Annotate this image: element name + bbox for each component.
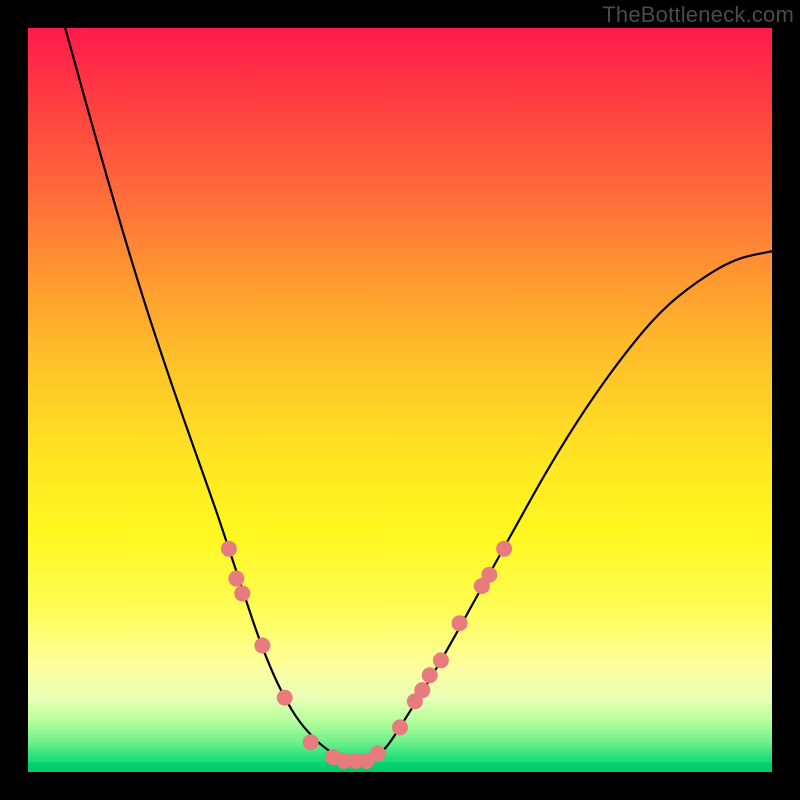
chart-frame: TheBottleneck.com — [0, 0, 800, 800]
data-marker — [422, 667, 438, 683]
data-marker — [370, 745, 386, 761]
data-marker — [277, 690, 293, 706]
data-marker — [414, 682, 430, 698]
data-marker — [228, 571, 244, 587]
data-marker — [452, 615, 468, 631]
plot-area — [28, 28, 772, 772]
data-marker — [303, 734, 319, 750]
chart-svg — [28, 28, 772, 772]
data-marker — [496, 541, 512, 557]
bottleneck-curve-path — [65, 28, 772, 761]
watermark-text: TheBottleneck.com — [602, 2, 794, 28]
data-marker — [433, 652, 449, 668]
data-marker — [234, 585, 250, 601]
data-marker — [221, 541, 237, 557]
data-marker — [481, 567, 497, 583]
data-marker — [392, 719, 408, 735]
data-marker — [254, 638, 270, 654]
curve-group — [65, 28, 772, 761]
